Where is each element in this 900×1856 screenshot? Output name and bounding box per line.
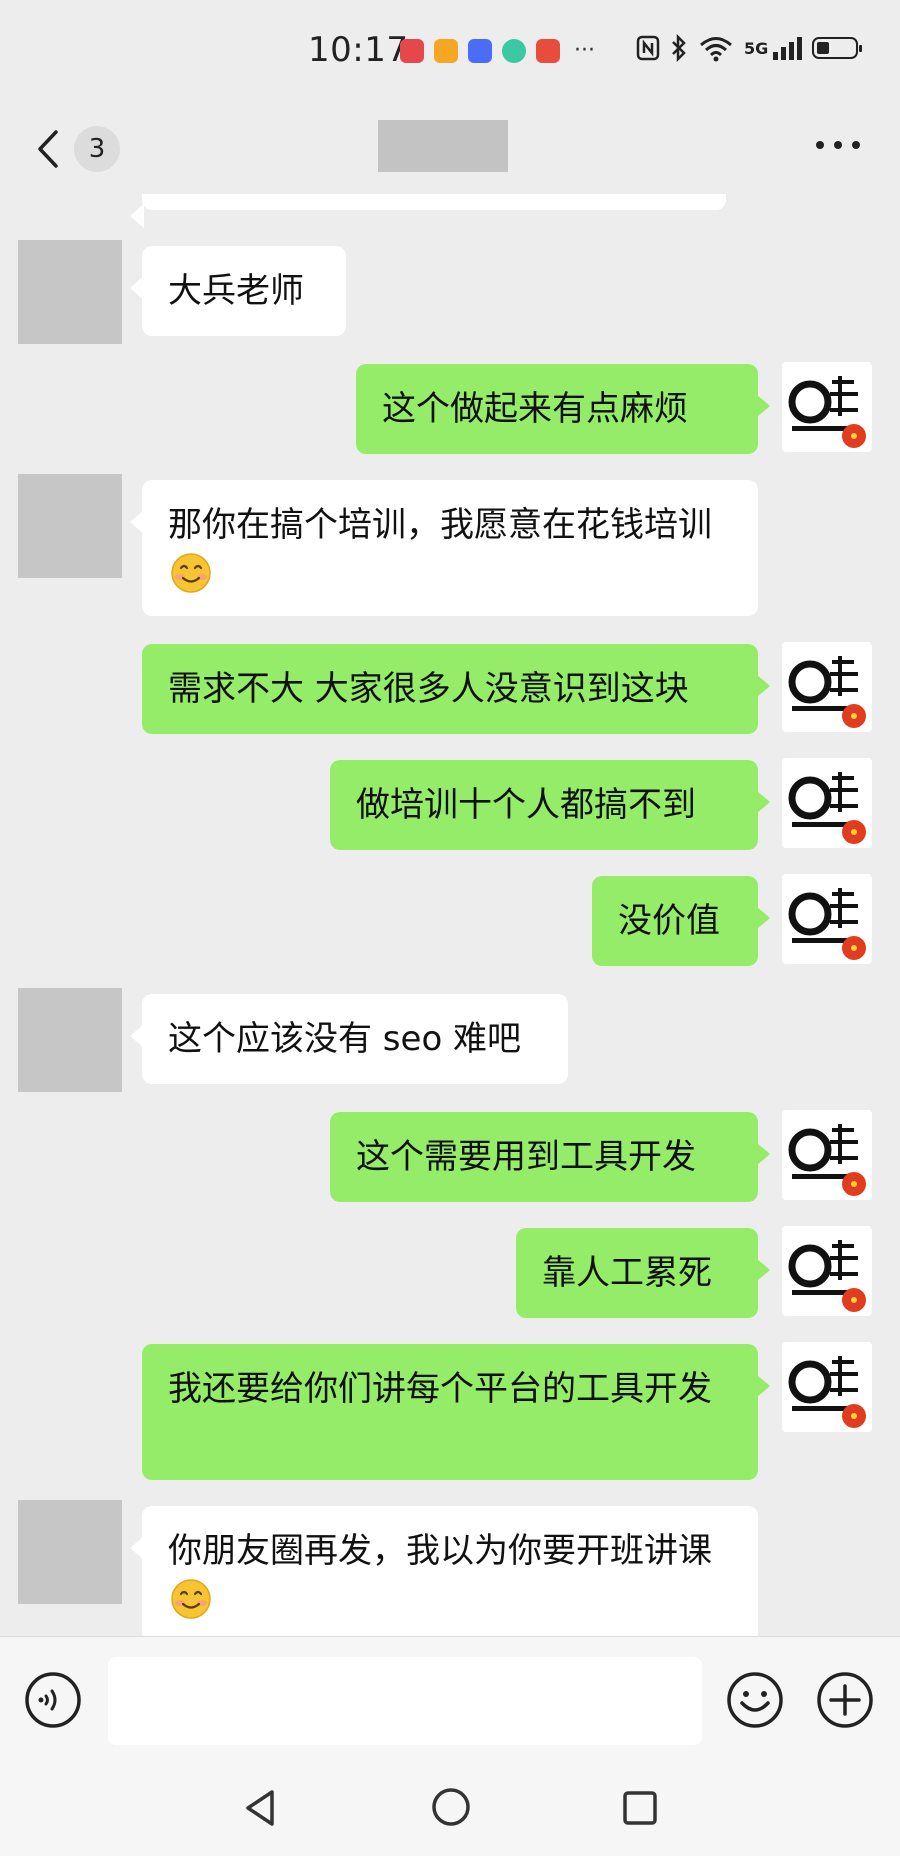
avatar[interactable] (18, 988, 122, 1092)
avatar[interactable] (782, 1226, 872, 1316)
message-text: 做培训十个人都搞不到 (356, 785, 696, 825)
message-bubble-partial (130, 194, 726, 228)
avatar[interactable] (782, 1110, 872, 1200)
message-bubble[interactable]: 大兵老师 (130, 246, 346, 336)
voice-icon[interactable] (24, 1671, 82, 1729)
logo-avatar-image (788, 1240, 866, 1312)
logo-avatar-image (788, 656, 866, 728)
message-text: 这个做起来有点麻烦 (382, 389, 688, 429)
message-bubble[interactable]: 这个应该没有 seo 难吧 (130, 994, 568, 1084)
message-text: 需求不大 大家很多人没意识到这块 (168, 669, 689, 709)
avatar[interactable] (18, 474, 122, 578)
book-app-icon (536, 38, 560, 63)
message-bubble[interactable]: 我还要给你们讲每个平台的工具开发 (142, 1344, 770, 1480)
smile-emoji-icon (171, 1579, 211, 1619)
message-text: 我还要给你们讲每个平台的工具开发 (168, 1369, 712, 1409)
message-text: 靠人工累死 (542, 1253, 712, 1293)
avatar[interactable] (782, 1342, 872, 1432)
logo-avatar-image (788, 1356, 866, 1428)
logo-avatar-image (788, 1124, 866, 1196)
more-notifications: ··· (574, 38, 595, 63)
smile-emoji-icon (171, 553, 211, 593)
message-text: 这个应该没有 seo 难吧 (168, 1019, 522, 1059)
nav-recents-icon[interactable] (620, 1788, 660, 1828)
chat-messages[interactable]: 大兵老师 这个做起来有点麻烦 那你在搞个培训，我愿意在花钱培训 需求不大 大家很… (0, 194, 900, 1636)
logo-avatar-image (788, 888, 866, 960)
avatar[interactable] (782, 642, 872, 732)
chat-header: 3 (0, 104, 900, 194)
avatar[interactable] (782, 362, 872, 452)
battery-icon (812, 37, 863, 59)
logo-avatar-image (788, 772, 866, 844)
message-bubble[interactable]: 这个做起来有点麻烦 (356, 364, 770, 454)
avatar[interactable] (18, 240, 122, 344)
chat-title-redacted (378, 120, 508, 172)
plus-icon[interactable] (816, 1671, 874, 1729)
message-bubble[interactable]: 你朋友圈再发，我以为你要开班讲课 (130, 1506, 758, 1636)
message-bubble[interactable]: 那你在搞个培训，我愿意在花钱培训 (130, 480, 758, 616)
message-bubble[interactable]: 这个需要用到工具开发 (330, 1112, 770, 1202)
message-bubble[interactable]: 靠人工累死 (516, 1228, 770, 1318)
weibo-icon (434, 38, 458, 63)
wifi-icon (700, 37, 732, 62)
logo-avatar-image (788, 376, 866, 448)
qq-browser-icon (502, 38, 526, 63)
huawei-app-icon (400, 38, 424, 63)
tieba-icon (468, 38, 492, 63)
avatar[interactable] (18, 1500, 122, 1604)
system-icons: 5G (636, 34, 863, 62)
message-bubble[interactable]: 没价值 (592, 876, 770, 966)
message-input[interactable] (108, 1657, 702, 1745)
system-navigation-bar (0, 1766, 900, 1856)
bluetooth-icon (672, 34, 686, 62)
message-text: 这个需要用到工具开发 (356, 1137, 696, 1177)
message-text: 那你在搞个培训，我愿意在花钱培训 (168, 505, 712, 545)
message-bubble[interactable]: 做培训十个人都搞不到 (330, 760, 770, 850)
unread-count-badge[interactable]: 3 (74, 126, 120, 172)
status-time: 10:17 (308, 30, 409, 70)
notification-icons: ··· (400, 38, 595, 63)
avatar[interactable] (782, 758, 872, 848)
more-dots-icon[interactable] (812, 124, 864, 164)
message-text: 大兵老师 (168, 271, 304, 311)
message-bubble[interactable]: 需求不大 大家很多人没意识到这块 (142, 644, 770, 734)
message-text: 没价值 (618, 901, 720, 941)
signal-icon (773, 37, 803, 60)
chevron-left-icon[interactable] (30, 126, 70, 172)
message-text: 你朋友圈再发，我以为你要开班讲课 (168, 1531, 712, 1571)
network-type: 5G (744, 38, 769, 58)
avatar[interactable] (782, 874, 872, 964)
nfc-icon (636, 35, 660, 61)
message-input-bar (0, 1636, 900, 1767)
emoji-icon[interactable] (726, 1671, 784, 1729)
nav-back-icon[interactable] (240, 1786, 284, 1830)
status-bar: 10:17 ··· 5G (0, 0, 900, 104)
nav-home-icon[interactable] (430, 1786, 472, 1828)
